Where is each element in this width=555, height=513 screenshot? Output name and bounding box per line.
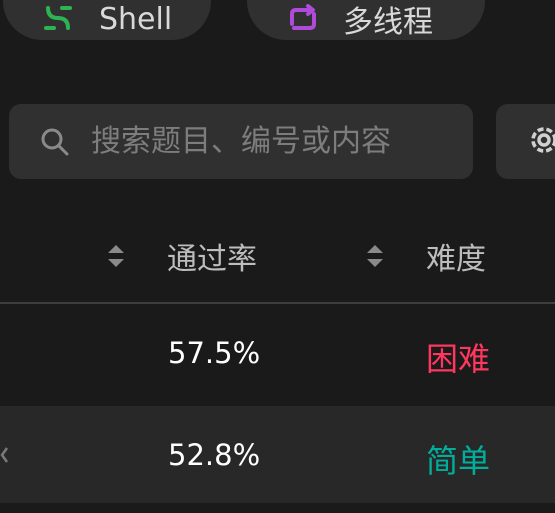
sort-icon[interactable] xyxy=(106,242,126,270)
column-header-acceptance[interactable]: 通过率 xyxy=(167,234,257,278)
dollar-icon xyxy=(39,4,79,34)
chevron-left-icon xyxy=(0,446,9,464)
problem-list-panel: Shell 多线程 搜索题目、编号或内容 通过率 难度 57.5% 困难 52.… xyxy=(0,0,555,513)
acceptance-rate: 57.5% xyxy=(168,336,261,370)
difficulty-label: 困难 xyxy=(426,340,491,378)
search-box[interactable] xyxy=(9,104,473,179)
tag-label: Shell xyxy=(99,1,173,37)
difficulty-label: 简单 xyxy=(426,442,491,480)
tag-concurrency[interactable]: 多线程 xyxy=(247,0,485,40)
repeat-icon xyxy=(283,4,323,34)
column-header-difficulty[interactable]: 难度 xyxy=(426,234,486,278)
table-row[interactable]: 57.5% 困难 xyxy=(0,304,555,401)
acceptance-rate: 52.8% xyxy=(168,438,261,472)
search-icon xyxy=(39,126,71,158)
tag-shell[interactable]: Shell xyxy=(3,0,211,40)
search-input[interactable] xyxy=(89,123,473,160)
settings-button[interactable] xyxy=(496,104,555,179)
table-row[interactable]: 52.8% 简单 xyxy=(0,406,555,503)
gear-icon xyxy=(526,122,555,162)
table-header: 通过率 难度 xyxy=(0,210,555,302)
sort-icon[interactable] xyxy=(365,242,385,270)
tag-label: 多线程 xyxy=(343,5,433,40)
